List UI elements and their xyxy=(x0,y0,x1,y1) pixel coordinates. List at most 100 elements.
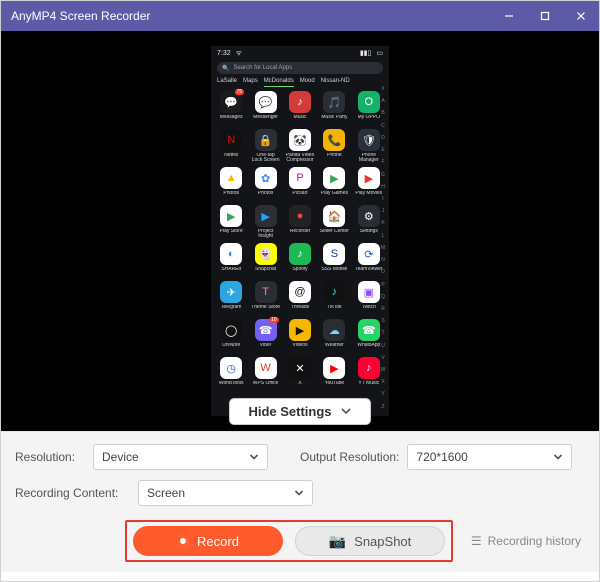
app-label: Play Store xyxy=(220,229,243,239)
app-item[interactable]: ♪TikTok xyxy=(318,281,350,315)
phone-status-bar: 7:32 ᯤ ▮▮▯ ▭ xyxy=(211,46,389,60)
alphabet-index[interactable]: #ABCDEFGHIJKLMNOPQRSTUVWXYZ xyxy=(379,86,387,410)
app-item[interactable]: ✿Photos xyxy=(249,167,281,201)
phone-tab[interactable]: McDonalds xyxy=(264,78,294,87)
action-bar: Record 📷 SnapShot ☰ Recording history xyxy=(15,516,585,564)
app-label: My OPPO xyxy=(358,115,381,125)
app-item[interactable]: ♪Music xyxy=(284,91,316,125)
phone-search[interactable]: 🔍 Search for Local Apps xyxy=(217,62,383,74)
index-letter[interactable]: V xyxy=(379,355,387,361)
app-item[interactable]: ✈ Telegram xyxy=(215,281,247,315)
index-letter[interactable]: F xyxy=(379,159,387,165)
close-button[interactable] xyxy=(563,1,599,31)
index-letter[interactable]: X xyxy=(379,379,387,385)
phone-tab[interactable]: Mood xyxy=(300,78,315,87)
app-item[interactable]: ▶Play Store xyxy=(215,205,247,239)
app-label: X xyxy=(298,381,301,391)
app-item[interactable]: ☎10Viber xyxy=(249,319,281,353)
app-label: Photos xyxy=(258,191,274,201)
app-item[interactable]: ▶Play Games xyxy=(318,167,350,201)
index-letter[interactable]: J xyxy=(379,208,387,214)
resolution-select[interactable]: Device xyxy=(93,444,268,470)
app-item[interactable]: ♪Spotify xyxy=(284,243,316,277)
output-resolution-select[interactable]: 720*1600 xyxy=(407,444,572,470)
index-letter[interactable]: K xyxy=(379,220,387,226)
app-icon: ♪ xyxy=(323,281,345,303)
recording-history-link[interactable]: ☰ Recording history xyxy=(471,534,581,548)
index-letter[interactable]: T xyxy=(379,330,387,336)
app-item[interactable]: 🏠Seller Center xyxy=(318,205,350,239)
app-item[interactable]: ●Recorder xyxy=(284,205,316,239)
app-label: Telegram xyxy=(221,305,242,315)
app-item[interactable]: TTheme Store xyxy=(249,281,281,315)
index-letter[interactable]: C xyxy=(379,123,387,129)
app-item[interactable]: WWPS Office xyxy=(249,357,281,391)
phone-tab[interactable]: Nissan-ND xyxy=(321,78,350,87)
app-label: Picsart xyxy=(292,191,307,201)
index-letter[interactable]: L xyxy=(379,233,387,239)
app-item[interactable]: ◐SHAREit xyxy=(215,243,247,277)
app-item[interactable]: SSSS Mobile xyxy=(318,243,350,277)
app-item[interactable]: 👻Snapchat xyxy=(249,243,281,277)
index-letter[interactable]: M xyxy=(379,245,387,251)
app-item[interactable]: ▶Videos xyxy=(284,319,316,353)
index-letter[interactable]: I xyxy=(379,196,387,202)
record-button[interactable]: Record xyxy=(133,526,283,556)
index-letter[interactable]: R xyxy=(379,306,387,312)
index-letter[interactable]: H xyxy=(379,184,387,190)
hide-settings-button[interactable]: Hide Settings xyxy=(229,398,370,425)
index-letter[interactable]: P xyxy=(379,282,387,288)
index-letter[interactable]: G xyxy=(379,172,387,178)
recording-content-label: Recording Content: xyxy=(15,486,130,500)
index-letter[interactable]: D xyxy=(379,135,387,141)
app-icon: 🐼 xyxy=(289,129,311,151)
app-icon: ✈ xyxy=(220,281,242,303)
app-item[interactable]: ◯UniNote xyxy=(215,319,247,353)
app-item[interactable]: 📞Phone xyxy=(318,129,350,163)
index-letter[interactable]: B xyxy=(379,110,387,116)
maximize-button[interactable] xyxy=(527,1,563,31)
snapshot-label: SnapShot xyxy=(354,534,411,549)
app-label: Project Insight xyxy=(251,229,281,239)
chevron-down-icon xyxy=(249,450,259,464)
snapshot-button[interactable]: 📷 SnapShot xyxy=(295,526,445,556)
app-item[interactable]: PPicsart xyxy=(284,167,316,201)
app-label: Photos xyxy=(223,191,239,201)
minimize-button[interactable] xyxy=(491,1,527,31)
index-letter[interactable]: # xyxy=(379,86,387,92)
phone-screen[interactable]: 7:32 ᯤ ▮▮▯ ▭ 🔍 Search for Local Apps LaS… xyxy=(211,46,389,416)
index-letter[interactable]: A xyxy=(379,98,387,104)
list-icon: ☰ xyxy=(471,534,482,548)
app-icon: ⚙ xyxy=(358,205,380,227)
index-letter[interactable]: O xyxy=(379,269,387,275)
phone-tab[interactable]: Maps xyxy=(243,78,258,87)
app-item[interactable]: 🎵Music Party xyxy=(318,91,350,125)
app-icon: S xyxy=(323,243,345,265)
phone-tab[interactable]: LaSalle xyxy=(217,78,237,87)
app-item[interactable]: ▲ Photos xyxy=(215,167,247,201)
app-icon: ▲ xyxy=(220,167,242,189)
app-label: YT Music xyxy=(358,381,379,391)
index-letter[interactable]: S xyxy=(379,318,387,324)
phone-search-placeholder: Search for Local Apps xyxy=(233,65,292,71)
recording-content-select[interactable]: Screen xyxy=(138,480,313,506)
index-letter[interactable]: U xyxy=(379,343,387,349)
app-item[interactable]: @Threads xyxy=(284,281,316,315)
app-item[interactable]: 💬75Messages xyxy=(215,91,247,125)
app-item[interactable]: 🐼Panda Video Compressor xyxy=(284,129,316,163)
app-icon: ▶ xyxy=(323,167,345,189)
index-letter[interactable]: W xyxy=(379,367,387,373)
camera-icon: 📷 xyxy=(329,533,346,550)
app-item[interactable]: ☁Weather xyxy=(318,319,350,353)
app-item[interactable]: 💬Messenger xyxy=(249,91,281,125)
app-item[interactable]: 🔒One-tap Lock Screen xyxy=(249,129,281,163)
index-letter[interactable]: N xyxy=(379,257,387,263)
index-letter[interactable]: E xyxy=(379,147,387,153)
app-item[interactable]: ▶YouTube xyxy=(318,357,350,391)
app-item[interactable]: ◷WorldTools xyxy=(215,357,247,391)
index-letter[interactable]: Q xyxy=(379,294,387,300)
app-item[interactable]: ▶Project Insight xyxy=(249,205,281,239)
app-item[interactable]: NNetflix xyxy=(215,129,247,163)
app-item[interactable]: ✕X xyxy=(284,357,316,391)
index-letter[interactable]: Y xyxy=(379,391,387,397)
